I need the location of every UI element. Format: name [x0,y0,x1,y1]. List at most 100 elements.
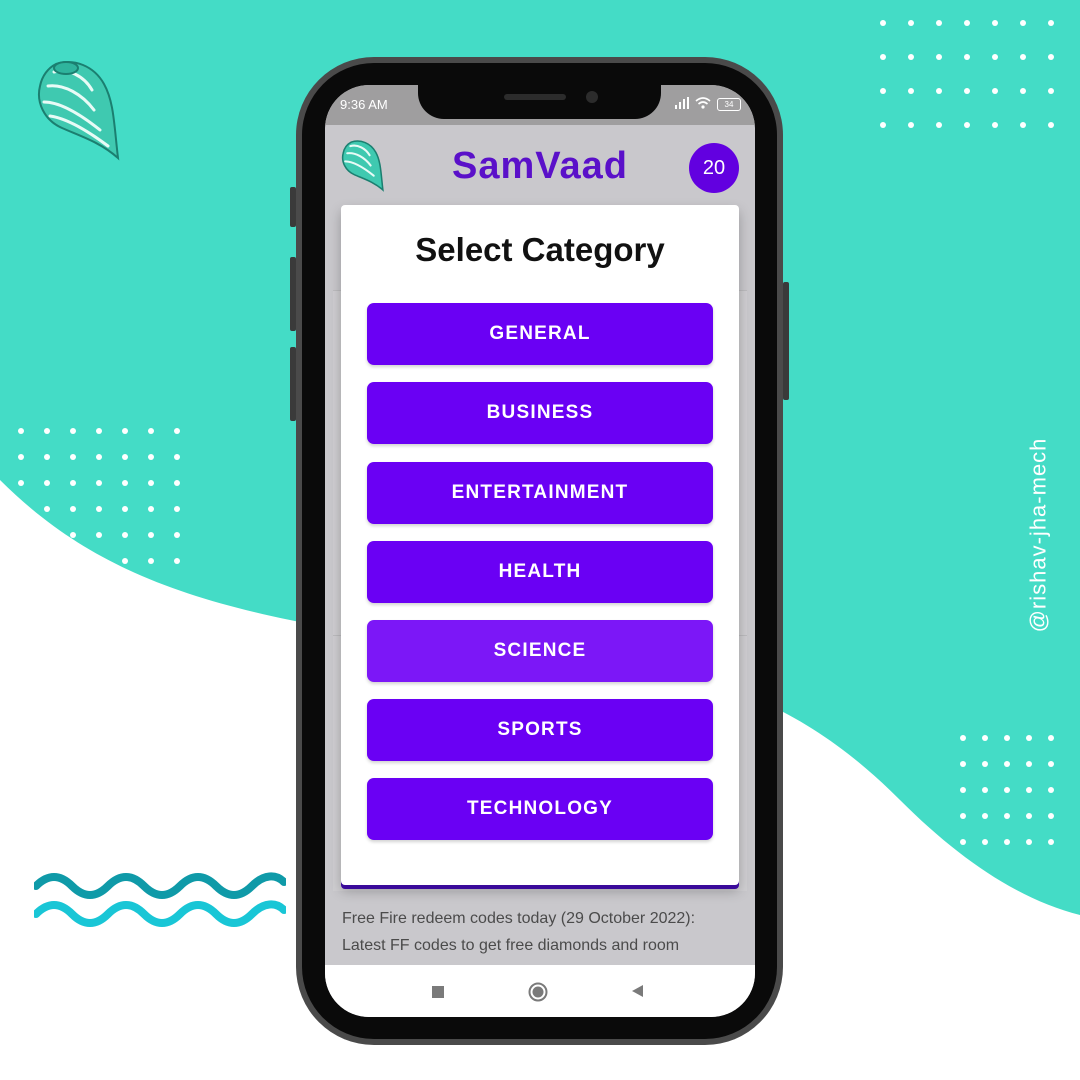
recents-square-icon[interactable] [431,985,445,1004]
decor-dot [174,454,180,460]
decor-dot [1048,54,1054,60]
decor-dot [960,813,966,819]
decor-dot [982,735,988,741]
decor-dot [1048,761,1054,767]
decor-dot [122,532,128,538]
decor-dot [936,88,942,94]
back-triangle-icon[interactable] [630,984,644,1003]
navigation-bar [325,965,755,1017]
volume-button-2 [290,257,296,331]
decor-dot [880,88,886,94]
decor-dot [70,480,76,486]
category-button-technology[interactable]: TECHNOLOGY [367,778,713,840]
decor-dot [122,506,128,512]
decor-dot [174,558,180,564]
shell-logo-icon [38,61,120,161]
decor-dot [148,506,154,512]
decor-dot [1048,20,1054,26]
decor-dot [1026,813,1032,819]
dialog-title: Select Category [415,231,665,268]
decor-dot [18,506,24,512]
decor-dot [964,54,970,60]
decor-dot [992,54,998,60]
decor-dot [1004,787,1010,793]
home-circle-icon[interactable] [528,982,548,1007]
category-button-entertainment[interactable]: ENTERTAINMENT [367,462,713,524]
decor-dot [44,480,50,486]
battery-icon: 34 [717,98,741,111]
decor-dot [908,54,914,60]
wave-decoration [34,872,286,927]
app-bar: SamVaad 20 [325,125,755,207]
decor-dot [1004,735,1010,741]
volume-button-1 [290,187,296,227]
decor-dot [880,54,886,60]
decor-dot [122,454,128,460]
decor-dot [96,558,102,564]
power-button [783,282,789,400]
status-time: 9:36 AM [340,97,388,112]
status-icons: 34 [675,97,741,112]
decor-dot [1020,122,1026,128]
decor-dot [982,813,988,819]
dot-grid-top-right [880,20,1076,156]
decor-dot [1048,839,1054,845]
decor-dot [70,428,76,434]
category-button-health[interactable]: HEALTH [367,541,713,603]
decor-dot [1020,20,1026,26]
decor-dot [148,558,154,564]
decor-dot [96,454,102,460]
category-button-science[interactable]: SCIENCE [367,620,713,682]
decor-dot [1048,122,1054,128]
decor-dot [1048,88,1054,94]
decor-dot [964,122,970,128]
decor-dot [1026,735,1032,741]
category-dialog: Select Category GENERAL BUSINESS ENTERTA… [341,205,739,885]
decor-dot [964,20,970,26]
author-handle: @rishav-jha-mech [1025,437,1051,633]
decor-dot [70,454,76,460]
decor-dot [1020,88,1026,94]
decor-dot [96,480,102,486]
decor-dot [18,454,24,460]
decor-dot [174,506,180,512]
decor-dot [148,532,154,538]
decor-dot [908,20,914,26]
article-count-badge[interactable]: 20 [689,143,739,193]
decor-dot [174,428,180,434]
decor-dot [1026,787,1032,793]
front-camera [586,91,598,103]
decor-dot [148,428,154,434]
decor-dot [148,454,154,460]
decor-dot [174,480,180,486]
decor-dot [992,88,998,94]
wifi-icon [695,97,711,112]
decor-dot [96,428,102,434]
decor-dot [44,558,50,564]
decor-dot [1020,54,1026,60]
decor-dot [960,787,966,793]
decor-dot [1048,813,1054,819]
phone-screen: 9:36 AM 34 SamVaad 20 Free Fire redeem c… [325,85,755,1017]
decor-dot [964,88,970,94]
category-button-sports[interactable]: SPORTS [367,699,713,761]
decor-dot [960,839,966,845]
decor-dot [908,122,914,128]
decor-dot [122,480,128,486]
decor-dot [1026,839,1032,845]
decor-dot [70,558,76,564]
decor-dot [174,532,180,538]
decor-dot [18,558,24,564]
volume-button-3 [290,347,296,421]
decor-dot [1004,761,1010,767]
decor-dot [936,54,942,60]
decor-dot [982,787,988,793]
decor-dot [908,88,914,94]
decor-dot [70,532,76,538]
status-bar: 9:36 AM 34 [325,85,755,125]
article-preview-text[interactable]: Free Fire redeem codes today (29 October… [342,905,742,959]
category-button-general[interactable]: GENERAL [367,303,713,365]
decor-dot [936,20,942,26]
decor-dot [1004,813,1010,819]
category-button-business[interactable]: BUSINESS [367,382,713,444]
